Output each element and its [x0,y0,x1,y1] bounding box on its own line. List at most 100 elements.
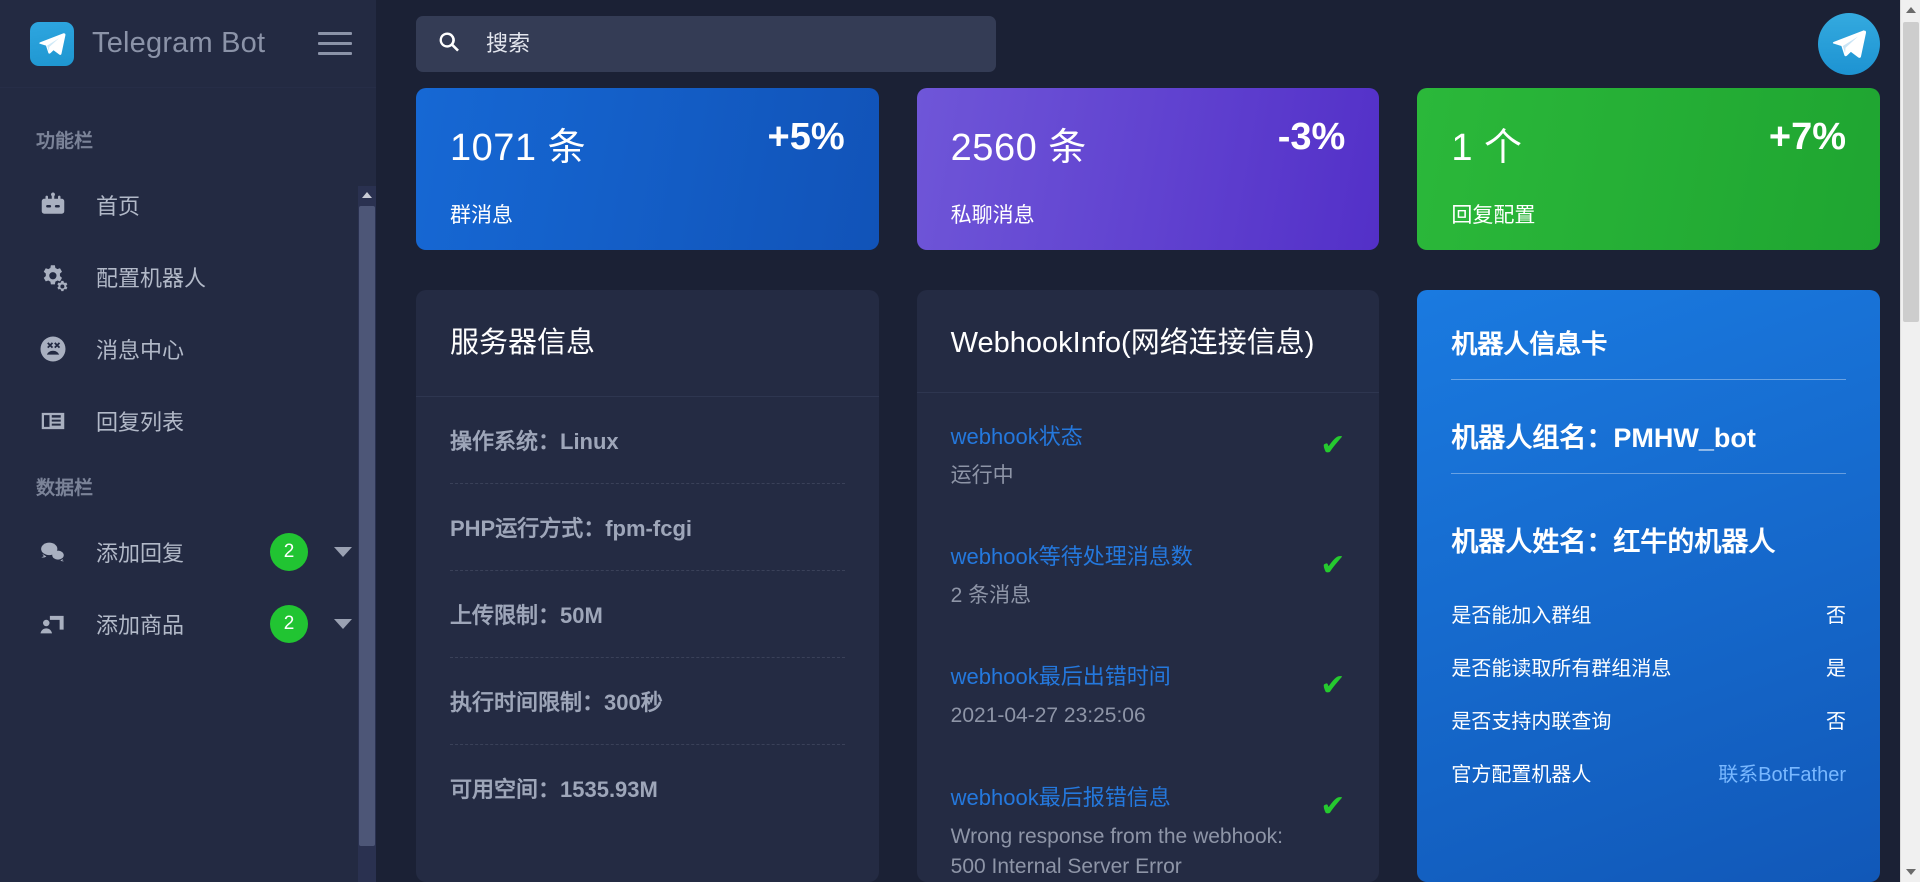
robot-attribute-label: 是否能加入群组 [1451,605,1592,627]
server-info-panel: 服务器信息 操作系统：Linux PHP运行方式：fpm-fcgi 上传限制：5… [416,290,879,882]
gears-icon [36,260,70,294]
check-icon: ✔ [1320,789,1346,823]
stat-card-label: 私聊消息 [950,204,1035,227]
sidebar-scrollbar[interactable] [358,186,376,882]
list-icon [36,404,70,438]
main-content: 1071 条 +5% 群消息 服务器信息 操作系统：Linux PHP运行方式：… [376,0,1920,882]
scroll-up-arrow-icon[interactable] [358,186,376,204]
server-info-row: 操作系统：Linux [450,397,845,484]
webhook-row: webhook状态 运行中 ✔ [951,393,1346,513]
webhook-info-title: WebhookInfo(网络连接信息) [916,290,1380,393]
sidebar-item-message-center[interactable]: 消息中心 [0,313,376,385]
telegram-logo-icon [30,21,74,66]
sidebar-item-label: 回复列表 [96,410,185,435]
robot-attribute-value: 否 [1826,711,1847,733]
sidebar-item-configure-bot[interactable]: 配置机器人 [0,241,376,313]
robot-attribute-row: 是否支持内联查询 否 [1451,693,1846,746]
stat-card-reply-config[interactable]: 1 个 +7% 回复配置 [1417,88,1881,250]
webhook-row-main: webhook最后报错信息 Wrong response from the we… [951,780,1303,882]
stat-card-private-messages[interactable]: 2560 条 -3% 私聊消息 [916,88,1380,250]
check-icon: ✔ [1320,548,1346,582]
webhook-row-value: 运行中 [950,463,1014,487]
botfather-link[interactable]: 联系BotFather [1718,758,1846,787]
stat-card-top: 1071 条 +5% [450,116,845,171]
webhook-row-link[interactable]: webhook最后出错时间 [951,659,1171,691]
stat-card-group-messages[interactable]: 1071 条 +5% 群消息 [416,88,879,250]
sidebar-item-label: 添加商品 [96,613,185,638]
hamburger-menu-icon[interactable] [318,32,352,55]
server-info-list: 操作系统：Linux PHP运行方式：fpm-fcgi 上传限制：50M 执行时… [416,397,879,831]
webhook-row-value: 2 条消息 [950,583,1032,607]
check-icon: ✔ [1320,428,1346,462]
sidebar-section-title-data: 数据栏 [36,478,94,499]
robot-attribute-value: 否 [1826,605,1847,627]
webhook-row-link[interactable]: webhook最后报错信息 [951,780,1171,812]
sidebar-badge-count: 2 [270,533,308,571]
sidebar-item-add-product[interactable]: 添加商品 2 [0,588,376,660]
server-info-title: 服务器信息 [416,290,879,397]
robot-attribute-row: 是否能加入群组 否 [1451,587,1846,640]
sidebar-item-add-reply[interactable]: 添加回复 2 [0,516,376,588]
chevron-down-icon[interactable] [334,547,352,557]
webhook-row-main: webhook等待处理消息数 2 条消息 [951,539,1303,611]
user-window-icon [36,607,70,641]
topbar [376,0,1920,88]
dashboard-column-2: 2560 条 -3% 私聊消息 WebhookInfo(网络连接信息) webh… [916,88,1380,882]
page-scroll-down-icon[interactable] [1901,862,1920,882]
telegram-avatar-icon[interactable] [1818,13,1880,75]
page-scrollbar-thumb[interactable] [1903,22,1919,322]
search-input[interactable] [486,31,976,57]
smiley-icon [36,332,70,366]
app-root: Telegram Bot 功能栏 首页 配置机器人 消息中心 回复列表 数据栏 … [0,0,1920,882]
webhook-row: webhook最后出错时间 2021-04-27 23:25:06 ✔ [951,633,1346,753]
stat-card-label: 群消息 [450,204,513,227]
server-info-row: 执行时间限制：300秒 [450,658,845,745]
stat-card-delta: -3% [1277,116,1346,158]
webhook-row: webhook最后报错信息 Wrong response from the we… [951,754,1346,882]
dashboard-column-1: 1071 条 +5% 群消息 服务器信息 操作系统：Linux PHP运行方式：… [416,88,879,882]
stat-card-value: 1071 条 [450,127,587,169]
webhook-row: webhook等待处理消息数 2 条消息 ✔ [951,513,1346,633]
page-scroll-up-icon[interactable] [1901,0,1920,20]
sidebar-badge-count: 2 [270,605,308,643]
dashboard-column-3: 1 个 +7% 回复配置 机器人信息卡 机器人组名：PMHW_bot 机器人姓名… [1417,88,1881,882]
stat-card-top: 2560 条 -3% [951,116,1346,171]
sidebar: Telegram Bot 功能栏 首页 配置机器人 消息中心 回复列表 数据栏 … [0,0,376,882]
robot-info-title: 机器人信息卡 [1451,324,1847,380]
stat-card-label: 回复配置 [1451,204,1536,227]
sidebar-item-label: 添加回复 [96,541,185,566]
chat-bubbles-icon [36,535,70,569]
sidebar-section-title-features: 功能栏 [36,131,94,152]
webhook-info-panel: WebhookInfo(网络连接信息) webhook状态 运行中 ✔ webh… [916,290,1380,882]
sidebar-item-home[interactable]: 首页 [0,169,376,241]
stat-card-delta: +7% [1768,116,1847,158]
robot-info-card: 机器人信息卡 机器人组名：PMHW_bot 机器人姓名：红牛的机器人 是否能加入… [1417,290,1881,882]
webhook-row-value: Wrong response from the webhook: 500 Int… [950,824,1283,879]
search-icon [436,29,462,60]
robot-bot-name: 机器人姓名：红牛的机器人 [1451,527,1776,557]
webhook-row-link[interactable]: webhook等待处理消息数 [951,539,1193,571]
robot-attribute-value: 是 [1826,658,1847,680]
webhook-row-main: webhook状态 运行中 [951,419,1303,491]
webhook-row-link[interactable]: webhook状态 [951,419,1083,451]
stat-card-delta: +5% [767,116,845,158]
sidebar-item-label: 消息中心 [96,338,185,363]
topbar-right [1818,13,1880,75]
robot-group-name: 机器人组名：PMHW_bot [1451,416,1847,474]
webhook-row-value: 2021-04-27 23:25:06 [950,704,1146,728]
page-scrollbar[interactable] [1900,0,1920,882]
webhook-info-list: webhook状态 运行中 ✔ webhook等待处理消息数 2 条消息 ✔ w… [917,393,1380,882]
robot-attribute-label: 是否支持内联查询 [1451,711,1612,733]
stat-card-top: 1 个 +7% [1451,116,1846,171]
robot-icon [36,188,70,222]
search-box[interactable] [416,16,996,72]
sidebar-item-reply-list[interactable]: 回复列表 [0,385,376,457]
robot-attribute-label: 官方配置机器人 [1451,764,1592,786]
webhook-row-main: webhook最后出错时间 2021-04-27 23:25:06 [951,659,1303,731]
server-info-row: 上传限制：50M [450,571,845,658]
stat-card-value: 1 个 [1451,127,1523,169]
robot-attribute-row: 官方配置机器人 联系BotFather [1451,746,1846,799]
chevron-down-icon[interactable] [334,619,352,629]
robot-attribute-row: 是否能读取所有群组消息 是 [1451,640,1846,693]
sidebar-scrollbar-thumb[interactable] [359,206,375,846]
